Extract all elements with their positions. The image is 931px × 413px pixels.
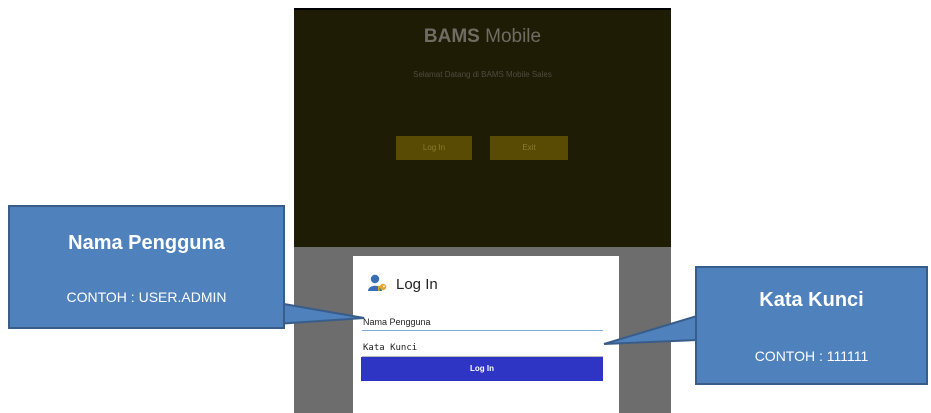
username-callout-title: Nama Pengguna [68,232,225,254]
password-callout: Kata Kunci CONTOH : 111111 [695,266,928,385]
password-callout-example: CONTOH : 111111 [754,348,869,364]
username-callout-example: CONTOH : USER.ADMIN [66,289,227,305]
password-callout-title: Kata Kunci [759,289,864,311]
username-callout: Nama Pengguna CONTOH : USER.ADMIN [8,205,285,329]
